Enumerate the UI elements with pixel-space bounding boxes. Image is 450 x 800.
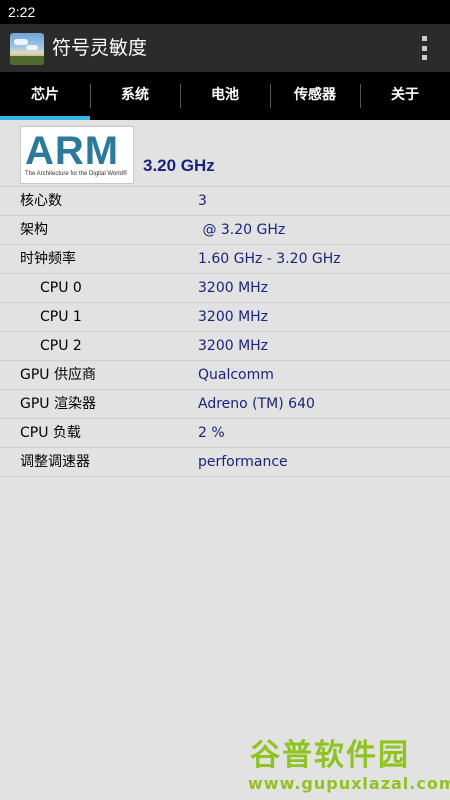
tab-system[interactable]: 系统 <box>90 72 180 120</box>
arm-logo-tagline: The Architecture for the Digital World® <box>25 171 128 177</box>
info-row-cpu1: CPU 1 3200 MHz <box>0 303 450 332</box>
tab-battery[interactable]: 电池 <box>180 72 270 120</box>
app-bar: 符号灵敏度 <box>0 24 450 72</box>
row-label: 核心数 <box>20 193 62 209</box>
arm-logo-word: ARM <box>25 129 120 173</box>
info-row-gpu-vendor: GPU 供应商 Qualcomm <box>0 361 450 390</box>
row-value: @ 3.20 GHz <box>198 222 286 238</box>
app-landscape-icon <box>10 33 44 65</box>
row-label: CPU 2 <box>40 338 82 354</box>
row-value: 3200 MHz <box>198 338 269 354</box>
row-label: CPU 负载 <box>20 425 81 441</box>
info-row-core-count: 核心数 3 <box>0 187 450 216</box>
tab-chip[interactable]: 芯片 <box>0 72 90 120</box>
row-label: CPU 1 <box>40 309 82 325</box>
info-row-gpu-renderer: GPU 渲染器 Adreno (TM) 640 <box>0 390 450 419</box>
row-label: 调整调速器 <box>20 454 90 470</box>
row-label: 时钟频率 <box>20 251 76 267</box>
row-label: 架构 <box>20 222 48 238</box>
row-value: 3200 MHz <box>198 309 269 325</box>
info-row-cpu0: CPU 0 3200 MHz <box>0 274 450 303</box>
row-label: GPU 供应商 <box>20 367 96 383</box>
row-value: 1.60 GHz - 3.20 GHz <box>198 251 341 267</box>
row-value: performance <box>198 454 288 470</box>
row-value: Qualcomm <box>198 367 274 383</box>
status-time: 2:22 <box>8 4 36 20</box>
arm-logo: ARM The Architecture for the Digital Wor… <box>20 126 134 184</box>
info-row-cpu2: CPU 2 3200 MHz <box>0 332 450 361</box>
info-row-clock-speed: 时钟频率 1.60 GHz - 3.20 GHz <box>0 245 450 274</box>
info-row-governor: 调整调速器 performance <box>0 448 450 477</box>
info-row-cpu-load: CPU 负载 2 % <box>0 419 450 448</box>
chip-info-panel: ARM The Architecture for the Digital Wor… <box>0 120 450 800</box>
overflow-menu-icon[interactable] <box>420 36 428 60</box>
tab-about[interactable]: 关于 <box>360 72 450 120</box>
status-bar: 2:22 <box>0 0 450 24</box>
watermark-main: 谷普软件园 <box>250 738 410 773</box>
site-watermark: 谷普软件园 www.gupuxlazal.com <box>244 730 450 800</box>
tab-bar: 芯片 系统 电池 传感器 关于 <box>0 72 450 120</box>
cpu-max-frequency: 3.20 GHz <box>143 156 215 175</box>
row-value: 3 <box>198 193 207 209</box>
row-value: 2 % <box>198 425 225 441</box>
row-value: Adreno (TM) 640 <box>198 396 315 412</box>
watermark-url: www.gupuxlazal.com <box>248 774 450 793</box>
row-value: 3200 MHz <box>198 280 269 296</box>
info-row-architecture: 架构 @ 3.20 GHz <box>0 216 450 245</box>
app-title: 符号灵敏度 <box>52 37 148 59</box>
row-label: CPU 0 <box>40 280 82 296</box>
cpu-header: ARM The Architecture for the Digital Wor… <box>0 120 450 187</box>
row-label: GPU 渲染器 <box>20 396 96 412</box>
tab-sensors[interactable]: 传感器 <box>270 72 360 120</box>
